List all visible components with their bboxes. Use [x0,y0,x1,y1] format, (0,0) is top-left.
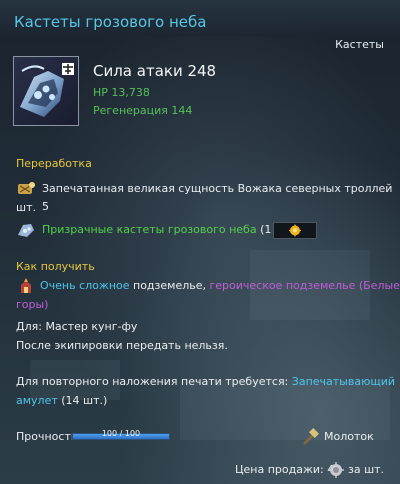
reseal-count: (14 шт.) [57,394,108,407]
reseal-item-link[interactable]: Запечатывающий [292,375,395,388]
dungeon-word: подземелье, [129,279,206,292]
currency-slot [273,222,317,239]
dungeon-heroic-link[interactable]: героическое подземелье (Белые [210,279,400,292]
material-phantom-name[interactable]: Призрачные кастеты грозового неба [42,223,257,236]
attack-stat: Сила атаки 248 [93,62,217,80]
sale-price-label: Цена продажи: 4 [235,463,335,476]
durability-label: Прочность [16,430,78,443]
hammer-label[interactable]: Молоток [324,428,374,446]
dungeon-hard-link[interactable]: Очень сложное [40,279,130,292]
thunder-knuckles-icon [13,56,79,126]
obtain-line2: горы) [16,296,48,314]
hammer-icon[interactable] [300,428,320,446]
item-title: Кастеты грозового неба [14,13,207,31]
obtain-line1: Очень сложное подземелье, героическое по… [40,277,400,295]
material-essence-line1: Запечатанная великая сущность Вожака сев… [42,182,393,213]
bind-info: После экипировки передать нельзя. [16,339,228,352]
item-category: Кастеты [335,38,384,51]
obtain-heading: Как получить [16,260,95,273]
crafting-heading: Переработка [16,157,92,170]
durability-value: 100 / 100 [101,429,141,438]
class-requirement: Для: Мастер кунг-фу [16,320,138,333]
material-phantom-line: Призрачные кастеты грозового неба (1 шт.… [42,221,299,239]
material-essence-line2: шт. [16,201,36,214]
dungeon-heroic-link-cont[interactable]: горы) [16,298,48,311]
regen-stat: Регенерация 144 [93,104,193,117]
reseal-line1: Для повторного наложения печати требуетс… [16,373,395,391]
sale-price-suffix: за шт. [348,463,385,476]
dungeon-icon [16,277,36,295]
item-tooltip: Кастеты грозового неба Кастеты Сила атак… [0,0,400,484]
phantom-knuckles-icon [16,221,36,239]
hp-stat: HP 13,738 [93,86,150,99]
coin-icon [327,461,347,479]
reseal-item-link-cont[interactable]: амулет [16,394,58,407]
reseal-prefix: Для повторного наложения печати требуетс… [16,375,289,388]
reseal-line2: амулет (14 шт.) [16,392,107,410]
essence-icon [16,180,36,198]
